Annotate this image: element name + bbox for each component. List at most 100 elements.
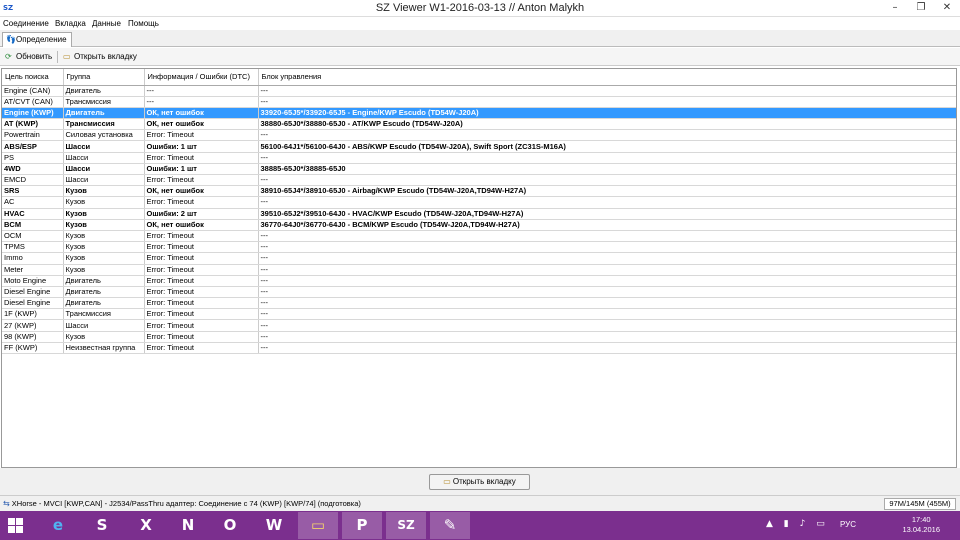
cell-ecu: 33920-65J5*/33920-65J5 - Engine/KWP Escu… <box>258 107 956 120</box>
cell-group: Шасси <box>63 174 145 187</box>
taskbar-skype-icon[interactable]: S <box>82 512 122 539</box>
minimize-button[interactable]: – <box>882 0 908 16</box>
table-row[interactable]: Immo Кузов Error: Timeout --- <box>2 252 956 265</box>
table-row[interactable]: Diesel Engine Двигатель Error: Timeout --- <box>2 286 956 299</box>
cell-info: Error: Timeout <box>144 230 259 243</box>
cell-target: AT/CVT (CAN) <box>2 96 64 108</box>
start-button[interactable] <box>8 518 24 534</box>
cell-group: Кузов <box>63 185 145 198</box>
cell-target: SRS <box>2 185 64 198</box>
cell-info: Error: Timeout <box>144 331 259 343</box>
table-row[interactable]: Diesel Engine Двигатель Error: Timeout --- <box>2 297 956 310</box>
toolbar-separator <box>57 51 58 63</box>
results-grid[interactable]: Цель поиска Группа Информация / Ошибки (… <box>1 68 957 468</box>
language-indicator[interactable]: РУС <box>840 520 856 529</box>
table-row[interactable]: 98 (KWP) Кузов Error: Timeout --- <box>2 331 956 343</box>
system-tray: ▲ ▮ ♪ ▭ РУС 17:40 13.04.2016 <box>760 511 960 540</box>
taskbar-outlook-icon[interactable]: O <box>210 512 250 539</box>
open-tab-toolbar-button[interactable]: ▭ Открыть вкладку <box>61 50 139 64</box>
cell-info: Error: Timeout <box>144 241 259 254</box>
column-ecu[interactable]: Блок управления <box>258 69 956 86</box>
taskbar-internet-explorer-icon[interactable]: e <box>38 512 78 539</box>
cell-ecu: 39510-65J2*/39510-64J0 - HVAC/KWP Escudo… <box>258 208 956 220</box>
open-tab-button[interactable]: ▭ Открыть вкладку <box>429 474 530 490</box>
cell-target: AT (KWP) <box>2 118 64 131</box>
cell-info: Ошибки: 2 шт <box>144 208 259 220</box>
table-row[interactable]: AC Кузов Error: Timeout --- <box>2 196 956 209</box>
column-group[interactable]: Группа <box>63 69 145 86</box>
menu-data[interactable]: Данные <box>90 18 123 29</box>
maximize-button[interactable]: ❐ <box>908 0 934 16</box>
column-target[interactable]: Цель поиска <box>2 69 64 86</box>
clock[interactable]: 17:40 13.04.2016 <box>902 515 940 535</box>
tray-icons[interactable]: ▲ ▮ ♪ ▭ <box>766 519 829 529</box>
cell-target: FF (KWP) <box>2 342 64 355</box>
taskbar-onenote-icon[interactable]: N <box>168 512 208 539</box>
table-row[interactable]: OCM Кузов Error: Timeout --- <box>2 230 956 243</box>
tab-detection[interactable]: 👣Определение <box>2 32 72 47</box>
windows-logo-pane <box>8 526 15 533</box>
table-row[interactable]: 27 (KWP) Шасси Error: Timeout --- <box>2 319 956 332</box>
cell-group: Кузов <box>63 241 145 254</box>
table-row[interactable]: PS Шасси Error: Timeout --- <box>2 152 956 164</box>
table-row[interactable]: AT (KWP) Трансмиссия ОК, нет ошибок 38880-6… <box>2 118 956 131</box>
cell-info: Error: Timeout <box>144 342 259 355</box>
table-header: Цель поиска Группа Информация / Ошибки (… <box>2 69 956 86</box>
cell-target: Engine (CAN) <box>2 85 64 97</box>
connection-icon: ⇆ <box>3 499 10 508</box>
cell-target: TPMS <box>2 241 64 254</box>
table-row[interactable]: Meter Кузов Error: Timeout --- <box>2 264 956 276</box>
cell-group: Неизвестная группа <box>63 342 145 355</box>
table-row[interactable]: EMCD Шасси Error: Timeout --- <box>2 174 956 187</box>
taskbar-file-explorer-icon[interactable]: ▭ <box>298 512 338 539</box>
cell-target: Immo <box>2 252 64 265</box>
cell-group: Двигатель <box>63 286 145 299</box>
status-bar: ⇆ XHorse - MVCI [KWP,CAN] - J2534/PassTh… <box>0 495 960 511</box>
table-row[interactable]: HVAC Кузов Ошибки: 2 шт 39510-65J2*/39510-6… <box>2 208 956 220</box>
table-row[interactable]: Engine (CAN) Двигатель --- --- <box>2 85 956 97</box>
taskbar-paint-icon[interactable]: ✎ <box>430 512 470 539</box>
cell-target: OCM <box>2 230 64 243</box>
cell-group: Силовая установка <box>63 129 145 142</box>
table-row[interactable]: FF (KWP) Неизвестная группа Error: Timeout… <box>2 342 956 355</box>
cell-ecu: 36770-64J0*/36770-64J0 - BCM/KWP Escudo … <box>258 219 956 231</box>
column-info[interactable]: Информация / Ошибки (DTC) <box>144 69 259 86</box>
taskbar-sz-viewer-icon[interactable]: SZ <box>386 512 426 539</box>
menu-help[interactable]: Помощь <box>126 18 161 29</box>
table-row[interactable]: Moto Engine Двигатель Error: Timeout --- <box>2 275 956 287</box>
cell-info: Error: Timeout <box>144 319 259 332</box>
cell-ecu: 38885-65J0*/38885-65J0 <box>258 163 956 176</box>
table-row[interactable]: 4WD Шасси Ошибки: 1 шт 38885-65J0*/38885-65… <box>2 163 956 176</box>
table-row[interactable]: 1F (KWP) Трансмиссия Error: Timeout --- <box>2 308 956 321</box>
menu-tab[interactable]: Вкладка <box>53 18 88 29</box>
cell-ecu: --- <box>258 342 956 355</box>
cell-ecu: --- <box>258 85 956 97</box>
cell-group: Шасси <box>63 140 145 153</box>
cell-info: ОК, нет ошибок <box>144 107 259 120</box>
table-row[interactable]: BCM Кузов ОК, нет ошибок 36770-64J0*/36770-… <box>2 219 956 231</box>
close-button[interactable]: ✕ <box>934 0 960 16</box>
footprints-icon: 👣 <box>6 35 16 44</box>
refresh-button[interactable]: ⟳ Обновить <box>3 50 54 64</box>
taskbar-excel-icon[interactable]: X <box>126 512 166 539</box>
table-row[interactable]: SRS Кузов ОК, нет ошибок 38910-65J4*/38910-… <box>2 185 956 198</box>
folder-icon: ▭ <box>63 52 71 61</box>
taskbar-word-icon[interactable]: W <box>254 512 294 539</box>
cell-group: Трансмиссия <box>63 118 145 131</box>
cell-info: Error: Timeout <box>144 264 259 276</box>
cell-ecu: --- <box>258 308 956 321</box>
cell-group: Кузов <box>63 196 145 209</box>
table-row[interactable]: TPMS Кузов Error: Timeout --- <box>2 241 956 254</box>
cell-group: Двигатель <box>63 85 145 97</box>
cell-group: Двигатель <box>63 297 145 310</box>
table-row[interactable]: AT/CVT (CAN) Трансмиссия --- --- <box>2 96 956 108</box>
menu-connection[interactable]: Соединение <box>1 18 51 29</box>
clock-time: 17:40 <box>911 515 931 524</box>
cell-ecu: 56100-64J1*/56100-64J0 - ABS/KWP Escudo … <box>258 140 956 153</box>
table-row[interactable]: Engine (KWP) Двигатель ОК, нет ошибок 33920… <box>2 107 956 120</box>
cell-info: ОК, нет ошибок <box>144 185 259 198</box>
table-row[interactable]: ABS/ESP Шасси Ошибки: 1 шт 56100-64J1*/5610… <box>2 140 956 153</box>
table-body: Engine (CAN) Двигатель --- --- AT/CVT (CAN) Т… <box>2 85 956 355</box>
taskbar-powerpoint-icon[interactable]: P <box>342 512 382 539</box>
table-row[interactable]: Powertrain Силовая установка Error: Timeou… <box>2 129 956 142</box>
